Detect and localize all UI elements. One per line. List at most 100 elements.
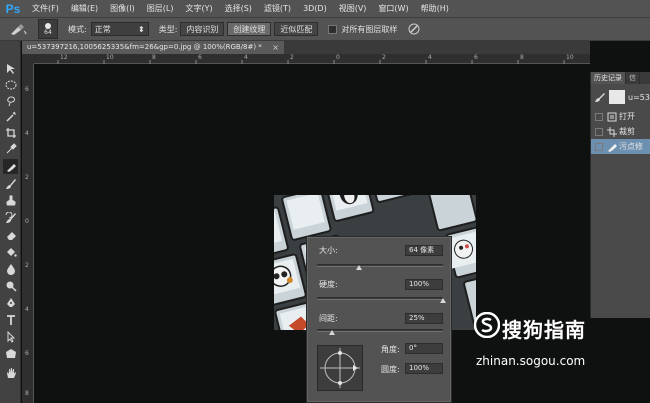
history-item-label: 裁剪 bbox=[619, 127, 635, 136]
lasso-icon bbox=[6, 96, 15, 106]
crop-tool[interactable] bbox=[3, 125, 18, 140]
crop-icon bbox=[607, 126, 619, 137]
pen-tool[interactable] bbox=[3, 295, 18, 310]
spot-healing-tool[interactable] bbox=[3, 159, 18, 174]
type-label: 类型: bbox=[158, 24, 178, 34]
eraser-tool[interactable] bbox=[3, 227, 18, 242]
ruler-tick-label: 6 bbox=[25, 350, 29, 357]
blur-tool[interactable] bbox=[3, 261, 18, 276]
type-proximity-match[interactable]: 近似匹配 bbox=[274, 22, 319, 36]
document-icon bbox=[607, 112, 619, 122]
menu-view[interactable]: 视图(V) bbox=[333, 3, 373, 14]
roundness-label: 圆度: bbox=[381, 365, 400, 374]
hardness-slider[interactable] bbox=[317, 297, 443, 300]
menu-image[interactable]: 图像(I) bbox=[104, 3, 141, 14]
menu-edit[interactable]: 编辑(E) bbox=[65, 3, 104, 14]
size-slider[interactable] bbox=[317, 264, 443, 267]
blur-drop-icon bbox=[6, 263, 15, 275]
sample-all-layers-label: 对所有图层取样 bbox=[341, 24, 398, 34]
path-selection-tool[interactable] bbox=[3, 329, 18, 344]
history-item[interactable]: 裁剪 bbox=[591, 124, 650, 139]
horizontal-ruler-ticks bbox=[57, 60, 565, 64]
document-tab-bar: u=537397216,1005625335&fm=26&gp=0.jpg @ … bbox=[22, 41, 590, 54]
document-tab[interactable]: u=537397216,1005625335&fm=26&gp=0.jpg @ … bbox=[22, 41, 284, 54]
lasso-tool[interactable] bbox=[3, 93, 18, 108]
tool-preset-picker[interactable] bbox=[4, 19, 32, 39]
spacing-slider[interactable] bbox=[317, 329, 443, 332]
ruler-tick-label: 8 bbox=[25, 390, 29, 397]
history-brush-tool[interactable] bbox=[3, 210, 18, 225]
eyedropper-tool[interactable] bbox=[3, 141, 18, 156]
eyedropper-icon bbox=[6, 142, 17, 153]
history-source-checkbox[interactable] bbox=[595, 112, 603, 121]
magic-wand-tool[interactable] bbox=[3, 109, 18, 124]
size-field[interactable]: 64 像素 bbox=[405, 245, 443, 256]
move-tool[interactable] bbox=[3, 61, 18, 76]
shape-tool[interactable] bbox=[3, 346, 18, 361]
dodge-tool[interactable] bbox=[3, 278, 18, 293]
menu-window[interactable]: 窗口(W) bbox=[372, 3, 414, 14]
menu-3d[interactable]: 3D(D) bbox=[297, 4, 333, 13]
paint-bucket-tool[interactable] bbox=[3, 244, 18, 259]
polygon-shape-icon bbox=[5, 348, 16, 358]
tab-info[interactable]: 信 bbox=[626, 72, 640, 84]
history-item[interactable]: 打开 bbox=[591, 109, 650, 124]
ruler-tick-label: 10 bbox=[566, 54, 574, 61]
options-bar: 64 模式: 正常 ⬍ 类型: 内容识别 创建纹理 近似匹配 对所有图层取样 bbox=[0, 17, 650, 41]
mode-select[interactable]: 正常 ⬍ bbox=[90, 22, 149, 36]
ruler-tick-label: 6 bbox=[198, 54, 202, 61]
history-brush-icon bbox=[5, 211, 16, 223]
ruler-origin[interactable] bbox=[22, 54, 34, 64]
ruler-tick-label: 4 bbox=[428, 54, 432, 61]
sample-all-layers-checkbox[interactable] bbox=[328, 24, 338, 34]
pen-pressure-icon bbox=[408, 23, 420, 35]
type-icon bbox=[6, 314, 15, 325]
type-create-texture[interactable]: 创建纹理 bbox=[227, 22, 272, 36]
hardness-field[interactable]: 100% bbox=[405, 279, 443, 290]
clone-stamp-tool[interactable] bbox=[3, 193, 18, 208]
type-tool[interactable] bbox=[3, 312, 18, 327]
mode-label: 模式: bbox=[68, 24, 87, 34]
tab-history[interactable]: 历史记录 bbox=[591, 72, 626, 84]
brush-tool[interactable] bbox=[3, 176, 18, 191]
size-slider-thumb[interactable] bbox=[355, 265, 362, 270]
menu-layer[interactable]: 图层(L) bbox=[141, 3, 180, 14]
hand-icon bbox=[6, 367, 16, 378]
brush-size-readout: 64 bbox=[44, 28, 52, 36]
history-source-checkbox[interactable] bbox=[595, 142, 603, 151]
history-source-checkbox[interactable] bbox=[595, 127, 603, 136]
pressure-button[interactable] bbox=[407, 22, 421, 36]
ruler-tick-label: 2 bbox=[382, 54, 386, 61]
brush-picker[interactable]: 64 bbox=[38, 19, 58, 39]
close-icon[interactable]: × bbox=[272, 41, 279, 54]
history-snapshot[interactable]: u=53 bbox=[591, 88, 650, 106]
brush-settings-popup: 大小: 64 像素 硬度: 100% 间距: 25% 角度: 0° 圆度: 10… bbox=[306, 236, 452, 403]
vertical-ruler[interactable]: 6 4 2 0 2 4 6 8 bbox=[22, 64, 34, 403]
marquee-tool[interactable] bbox=[3, 77, 18, 92]
hardness-label: 硬度: bbox=[319, 280, 338, 289]
angle-roundness-preview[interactable] bbox=[317, 345, 363, 391]
ruler-tick-label: 0 bbox=[336, 54, 340, 61]
menu-select[interactable]: 选择(S) bbox=[219, 3, 258, 14]
history-item-selected[interactable]: 污点修 bbox=[591, 139, 650, 154]
history-item-label: 污点修 bbox=[619, 142, 643, 151]
angle-field[interactable]: 0° bbox=[405, 343, 443, 354]
sogou-logo-icon bbox=[474, 312, 500, 338]
ruler-tick-label: 4 bbox=[25, 306, 29, 313]
horizontal-ruler[interactable]: 12 10 8 6 4 2 0 2 4 6 8 10 bbox=[34, 54, 590, 64]
menu-file[interactable]: 文件(F) bbox=[26, 3, 65, 14]
tools-panel bbox=[0, 41, 21, 403]
history-panel: 历史记录 信 u=53 打开 裁剪 污点修 bbox=[590, 72, 650, 318]
sogou-watermark: 搜狗指南 zhinan.sogou.com bbox=[474, 312, 634, 382]
roundness-field[interactable]: 100% bbox=[405, 363, 443, 374]
hardness-slider-thumb[interactable] bbox=[440, 298, 446, 303]
snapshot-label: u=53 bbox=[628, 92, 650, 102]
menu-type[interactable]: 文字(Y) bbox=[179, 3, 218, 14]
spacing-field[interactable]: 25% bbox=[405, 313, 443, 324]
ruler-tick-label: 6 bbox=[474, 54, 478, 61]
menu-filter[interactable]: 滤镜(T) bbox=[258, 3, 297, 14]
hand-tool[interactable] bbox=[3, 365, 18, 380]
menu-help[interactable]: 帮助(H) bbox=[415, 3, 455, 14]
type-content-aware[interactable]: 内容识别 bbox=[180, 22, 225, 36]
spacing-slider-thumb[interactable] bbox=[329, 330, 336, 335]
